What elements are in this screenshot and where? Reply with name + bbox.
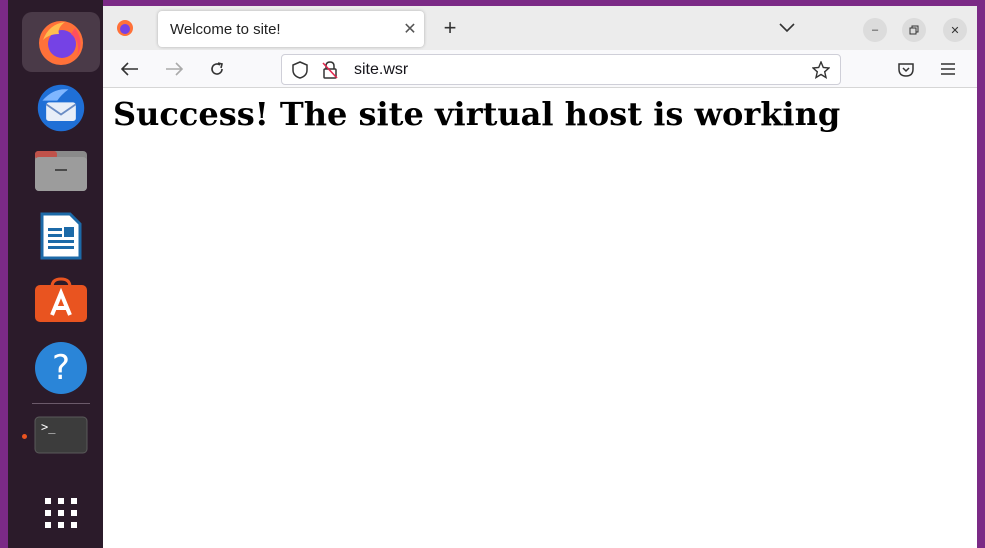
tracking-protection-shield-icon[interactable] xyxy=(292,60,308,79)
dock-item-firefox[interactable] xyxy=(22,12,100,72)
plus-icon: + xyxy=(443,15,457,40)
terminal-icon: >_ xyxy=(34,416,88,459)
list-tabs-button[interactable] xyxy=(773,16,801,40)
minimize-button[interactable]: – xyxy=(863,18,887,42)
nav-toolbar: site.wsr xyxy=(103,50,977,88)
dock-item-help[interactable]: ? xyxy=(22,338,100,398)
back-button[interactable] xyxy=(117,58,143,80)
url-text[interactable]: site.wsr xyxy=(354,61,812,79)
dock: ? >_ xyxy=(0,0,103,548)
new-tab-button[interactable]: + xyxy=(436,15,464,40)
pocket-button[interactable] xyxy=(893,58,919,80)
dock-item-software[interactable] xyxy=(22,272,100,332)
writer-icon xyxy=(38,212,84,265)
arrow-right-icon xyxy=(166,62,183,76)
svg-text:>_: >_ xyxy=(41,420,56,434)
desktop-edge xyxy=(0,0,8,548)
help-icon: ? xyxy=(35,342,87,394)
dock-separator xyxy=(32,403,90,404)
browser-window: Welcome to site! ✕ + – ✕ site.wsr Succes… xyxy=(103,6,977,548)
restore-button[interactable] xyxy=(902,18,926,42)
dock-item-terminal[interactable]: >_ xyxy=(22,407,100,467)
firefox-icon xyxy=(35,16,87,68)
tab-active[interactable]: Welcome to site! ✕ xyxy=(158,11,424,47)
hamburger-menu-icon xyxy=(941,63,955,75)
close-window-button[interactable]: ✕ xyxy=(943,18,967,42)
firefox-view-button[interactable] xyxy=(113,18,137,38)
tab-title: Welcome to site! xyxy=(170,20,281,38)
reload-icon xyxy=(211,62,223,75)
dock-item-thunderbird[interactable] xyxy=(22,78,100,138)
reload-button[interactable] xyxy=(204,58,230,80)
forward-button[interactable] xyxy=(161,58,187,80)
thunderbird-icon xyxy=(35,82,87,134)
pocket-icon xyxy=(898,62,914,77)
chevron-down-icon xyxy=(779,23,795,33)
firefox-logo-icon xyxy=(117,20,133,36)
minimize-icon: – xyxy=(871,24,879,36)
menu-button[interactable] xyxy=(935,58,961,80)
software-icon xyxy=(34,276,88,328)
restore-icon xyxy=(909,25,919,35)
address-bar[interactable]: site.wsr xyxy=(281,54,841,85)
arrow-left-icon xyxy=(121,62,138,76)
close-icon: ✕ xyxy=(950,24,960,37)
dock-item-files[interactable] xyxy=(22,143,100,203)
app-grid-icon xyxy=(41,492,81,537)
close-tab-icon[interactable]: ✕ xyxy=(396,19,424,39)
bookmark-star-icon[interactable] xyxy=(812,60,830,79)
dock-item-writer[interactable] xyxy=(22,208,100,268)
dock-item-show-apps[interactable] xyxy=(22,484,100,544)
page-heading: Success! The site virtual host is workin… xyxy=(113,95,841,133)
page-content: Success! The site virtual host is workin… xyxy=(103,89,977,548)
tab-bar: Welcome to site! ✕ + – ✕ xyxy=(103,6,977,50)
insecure-lock-icon[interactable] xyxy=(322,60,338,79)
files-icon xyxy=(34,149,88,198)
